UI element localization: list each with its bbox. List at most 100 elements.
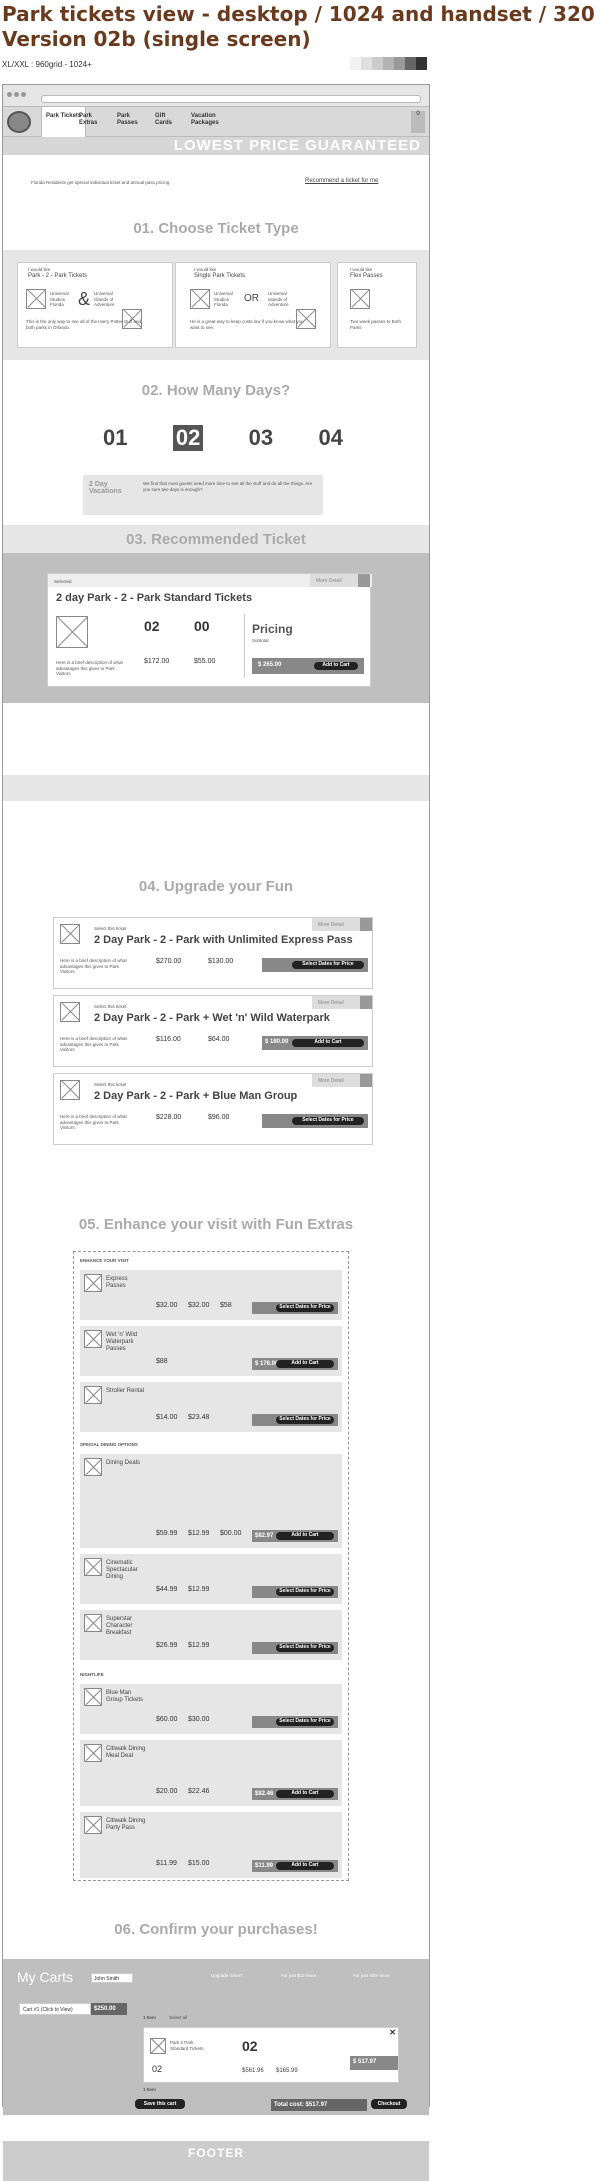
tab-vacation-packages[interactable]: Vacation Packages — [191, 113, 227, 127]
extra-action-button[interactable]: Select Dates for Price — [276, 1718, 334, 1726]
color-swatch — [372, 57, 383, 70]
kid-qty[interactable]: 00 — [194, 618, 210, 634]
upsell-3[interactable]: For just 40% more — [353, 1973, 390, 1979]
ticket-pre: I would like — [350, 267, 373, 272]
park-image-icon — [350, 289, 370, 309]
upgrade-action-button[interactable]: Select Dates for Price — [292, 961, 364, 969]
step-6-heading: 06. Confirm your purchases! — [114, 1921, 318, 1938]
extra-price-2: $32.00 — [188, 1302, 210, 1309]
ticket-name: Single Park Tickets — [194, 273, 246, 279]
ticket-desc: This is the only way to see all of the H… — [26, 319, 141, 330]
ticket-name: Park - 2 - Park Tickets — [28, 273, 88, 279]
cart-1-total: $250.00 — [91, 2003, 127, 2015]
upgrade-kid-price: $96.00 — [208, 1114, 230, 1121]
extra-name: Superstar Character Breakfast — [106, 1616, 133, 1636]
upgrade-adult-price: $228.00 — [156, 1114, 182, 1121]
select-ticket-checkbox[interactable]: Select this ticket — [94, 1082, 127, 1088]
upgrade-action-button[interactable]: Select Dates for Price — [292, 1117, 364, 1125]
extra-action-button[interactable]: Select Dates for Price — [276, 1304, 334, 1312]
cart-items-count: 1 Item — [143, 2015, 157, 2020]
chevron-down-icon[interactable] — [360, 1074, 372, 1087]
more-detail[interactable]: More Detail — [312, 1074, 360, 1087]
upgrade-desc: Here is a brief description of what adva… — [60, 1114, 127, 1130]
extra-action-button[interactable]: Add to Cart — [276, 1862, 334, 1870]
cart-item-name: Park 2 Park Standard Tickets — [170, 2040, 204, 2051]
ticket-card-park2park[interactable]: I would like Park - 2 - Park Tickets Uni… — [17, 262, 173, 348]
extra-action-button[interactable]: Select Dates for Price — [276, 1644, 334, 1652]
user-field[interactable]: John Smith — [91, 1973, 133, 1983]
select-ticket-checkbox[interactable]: Select this ticket — [94, 1004, 127, 1010]
chevron-down-icon[interactable] — [360, 996, 372, 1009]
upgrade-action-button[interactable]: Add to Cart — [292, 1039, 364, 1047]
tab-park-passes[interactable]: Park Passes — [117, 113, 141, 127]
cart-item-qty[interactable]: 02 — [152, 2064, 162, 2074]
more-detail[interactable]: More Detail — [312, 918, 360, 931]
color-swatches — [350, 57, 427, 70]
extra-name: Citiwalk Dining Party Pass — [106, 1818, 146, 1831]
extra-image-icon — [84, 1816, 102, 1834]
ticket-card-flex[interactable]: I would like Flex Passes Two week passes… — [337, 262, 417, 348]
step-3-band: 03. Recommended Ticket — [3, 525, 429, 553]
chevron-down-icon[interactable] — [358, 574, 370, 587]
extra-image-icon — [84, 1458, 102, 1476]
url-bar[interactable] — [41, 95, 421, 103]
tab-park-extras[interactable]: Park Extras — [79, 113, 103, 127]
day-option-04[interactable]: 04 — [318, 425, 342, 451]
upsell-2[interactable]: For just $12 more — [281, 1973, 316, 1979]
upgrade-card: Select this ticket More Detail 2 Day Par… — [53, 1073, 373, 1145]
cart-1-button[interactable]: Cart #1 (Click to View) — [19, 2003, 91, 2015]
ticket-card-single[interactable]: I would like Single Park Tickets Univers… — [175, 262, 331, 348]
park-b: Universal Islands of Adventure — [268, 291, 289, 307]
extra-price-1: $44.99 — [156, 1586, 178, 1593]
step-4-heading: 04. Upgrade your Fun — [138, 878, 294, 895]
cart-adult-qty[interactable]: 02 — [242, 2038, 258, 2054]
extra-name: Dining Deals — [106, 1460, 141, 1466]
ticket-desc: Two week passes to Both Parks — [350, 319, 402, 330]
days-label: 2 Day Vacations — [89, 481, 122, 495]
cart-icon[interactable]: 0 — [411, 111, 425, 133]
extra-price-2: $30.00 — [188, 1716, 210, 1723]
checkout-button[interactable]: Checkout — [371, 2099, 407, 2109]
extra-action-button[interactable]: Select Dates for Price — [276, 1588, 334, 1596]
extra-action-button[interactable]: Add to Cart — [276, 1790, 334, 1798]
extras-section-enhance: ENHANCE YOUR VISIT — [80, 1258, 129, 1263]
day-option-03[interactable]: 03 — [249, 425, 273, 451]
close-icon[interactable]: ✕ — [389, 2028, 396, 2037]
day-option-01[interactable]: 01 — [103, 425, 127, 451]
color-swatch — [405, 57, 416, 70]
upgrade-desc: Here is a brief description of what adva… — [60, 958, 127, 974]
extra-total: $82.97 — [255, 1533, 274, 1539]
extra-action-button[interactable]: Select Dates for Price — [276, 1416, 334, 1424]
day-option-02[interactable]: 02 — [172, 425, 204, 451]
upgrade-adult-price: $270.00 — [156, 958, 182, 965]
cart-items-count-2: 1 Item — [143, 2087, 157, 2092]
extras-section-nightlife: NIGHTLIFE — [80, 1672, 104, 1677]
adult-qty[interactable]: 02 — [144, 618, 160, 634]
page-version: Version 02b (single screen) — [2, 27, 311, 51]
tab-gift-cards[interactable]: Gift Cards — [155, 113, 175, 127]
upsell-1[interactable]: Upgrade ticket? — [211, 1973, 243, 1979]
fun-extras-panel: ENHANCE YOUR VISIT Express Passes $32.00… — [73, 1251, 349, 1881]
price-banner: LOWEST PRICE GUARANTEED — [3, 137, 429, 155]
extra-action-button[interactable]: Add to Cart — [276, 1532, 334, 1540]
browser-chrome — [3, 85, 429, 107]
more-detail[interactable]: More Detail — [312, 996, 360, 1009]
more-detail[interactable]: More Detail — [310, 574, 358, 587]
extra-action-button[interactable]: Add to Cart — [276, 1360, 334, 1368]
days-info: 2 Day Vacations We find that most guests… — [83, 475, 323, 515]
select-ticket-checkbox[interactable]: Select this ticket — [94, 926, 127, 932]
extra-price-1: $88 — [156, 1358, 168, 1365]
logo-icon[interactable] — [7, 111, 31, 133]
add-to-cart-button[interactable]: Add to Cart — [314, 662, 358, 670]
save-cart-button[interactable]: Save this cart — [135, 2099, 185, 2109]
residents-note: Florida Residents get special individual… — [31, 180, 171, 185]
item-image-icon — [150, 2038, 166, 2054]
chevron-down-icon[interactable] — [360, 918, 372, 931]
extra-name: Citiwalk Dining Meal Deal — [106, 1746, 146, 1759]
select-all[interactable]: Select all — [169, 2015, 187, 2021]
extra-name: Wet 'n' Wild Waterpark Passes — [106, 1332, 138, 1352]
recommended-section: Selected More Detail 2 day Park - 2 - Pa… — [3, 553, 429, 703]
recommend-link[interactable]: Recommend a ticket for me — [305, 178, 378, 185]
day-selector: 01 02 03 04 — [103, 425, 343, 451]
extra-image-icon — [84, 1330, 102, 1348]
